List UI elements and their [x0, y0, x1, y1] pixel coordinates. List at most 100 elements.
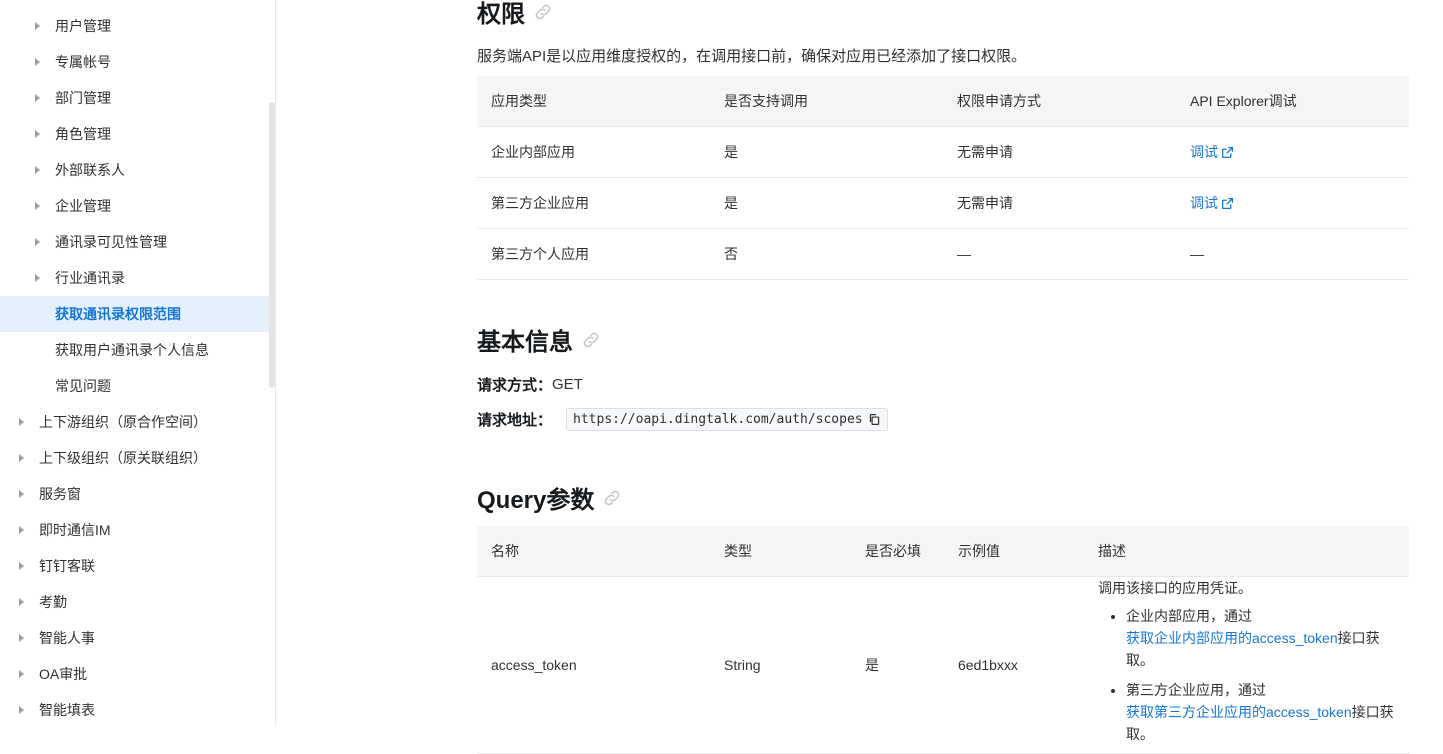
list-item: 第三方企业应用，通过获取第三方企业应用的access_token接口获取。 — [1126, 679, 1395, 745]
caret-right-icon — [19, 418, 24, 426]
anchor-link-icon[interactable] — [533, 2, 553, 22]
caret-right-icon — [35, 58, 40, 66]
sidebar-item-label: 部门管理 — [55, 90, 111, 106]
param-example: 6ed1bxxx — [944, 576, 1084, 754]
sidebar-item[interactable]: 用户管理 — [0, 8, 270, 44]
param-name: access_token — [477, 576, 710, 754]
table-header-cell: 示例值 — [944, 526, 1084, 577]
external-link-icon — [1221, 146, 1234, 158]
sidebar-item-label: 考勤 — [39, 594, 67, 610]
sidebar-item-label: 获取用户通讯录个人信息 — [55, 342, 209, 358]
sidebar-nav: 用户管理专属帐号部门管理角色管理外部联系人 企业管理通讯录可见性管理 行业通讯录获取… — [0, 0, 276, 725]
sidebar-item-label: 获取通讯录权限范围 — [55, 306, 181, 322]
sidebar-item-label: 智能填表 — [39, 702, 95, 718]
sidebar-item[interactable]: 智能填表 — [0, 692, 270, 725]
caret-right-icon — [19, 706, 24, 714]
debug-link[interactable]: 调试 — [1190, 142, 1234, 162]
sidebar-item-label: 通讯录可见性管理 — [55, 234, 167, 250]
basic-info-title: 基本信息 — [477, 329, 573, 356]
sidebar-item[interactable]: 智能人事 — [0, 620, 270, 656]
sidebar-item-label: 专属帐号 — [55, 54, 111, 70]
caret-right-icon — [19, 598, 24, 606]
sidebar-item[interactable]: 部门管理 — [0, 80, 270, 116]
table-header-cell: 描述 — [1084, 526, 1409, 577]
param-description-list: 企业内部应用，通过获取企业内部应用的access_token接口获取。 第三方企… — [1098, 605, 1395, 745]
caret-right-icon — [19, 454, 24, 462]
debug-link[interactable]: 调试 — [1190, 193, 1234, 213]
internal-app-token-link[interactable]: 获取企业内部应用的access_token — [1126, 627, 1338, 649]
sidebar-item[interactable]: 行业通讯录 — [0, 260, 270, 296]
table-cell: 无需申请 — [943, 177, 1176, 229]
table-cell: 第三方个人应用 — [477, 228, 710, 280]
table-header-cell: 是否支持调用 — [710, 76, 943, 127]
sidebar-item[interactable]: 常见问题 — [0, 368, 270, 404]
sidebar-item-label: 用户管理 — [55, 18, 111, 34]
table-cell: 企业内部应用 — [477, 126, 710, 178]
request-url: 请求地址： https://oapi.dingtalk.com/auth/sco… — [477, 408, 888, 431]
sidebar-item[interactable]: 外部联系人 — [0, 152, 270, 188]
request-url-value: https://oapi.dingtalk.com/auth/scopes — [573, 412, 863, 427]
sidebar-item[interactable]: 企业管理 — [0, 188, 270, 224]
sidebar-item[interactable]: 获取用户通讯录个人信息 — [0, 332, 270, 368]
param-type: String — [710, 576, 851, 754]
caret-right-icon — [19, 526, 24, 534]
table-cell: 调试 — [1176, 177, 1409, 229]
debug-link-label: 调试 — [1190, 195, 1218, 211]
list-item: 企业内部应用，通过获取企业内部应用的access_token接口获取。 — [1126, 605, 1395, 671]
third-party-app-token-link[interactable]: 获取第三方企业应用的access_token — [1126, 701, 1352, 723]
section-title-permissions: 权限 — [477, 0, 553, 29]
sidebar-item[interactable]: 专属帐号 — [0, 44, 270, 80]
sidebar-item-label: 服务窗 — [39, 486, 81, 502]
caret-right-icon — [19, 490, 24, 498]
sidebar-item[interactable]: 即时通信IM — [0, 512, 270, 548]
sidebar-item[interactable]: 角色管理 — [0, 116, 270, 152]
table-cell: 是 — [710, 126, 943, 178]
nav-list: 用户管理专属帐号部门管理角色管理外部联系人 企业管理通讯录可见性管理 行业通讯录获取… — [0, 8, 270, 725]
request-method-value: GET — [552, 376, 583, 393]
list-item-text: 第三方企业应用，通过 — [1126, 682, 1266, 698]
permissions-description: 服务端API是以应用维度授权的，在调用接口前，确保对应用已经添加了接口权限。 — [477, 48, 1027, 65]
sidebar-scrollbar[interactable] — [269, 102, 275, 388]
sidebar-item[interactable]: 通讯录可见性管理 — [0, 224, 270, 260]
list-item-text: 企业内部应用，通过 — [1126, 608, 1252, 624]
table-header-cell: 是否必填 — [851, 526, 944, 577]
sidebar-item-label: 智能人事 — [39, 630, 95, 646]
table-cell: — — [943, 228, 1176, 280]
table-header-row: 应用类型 是否支持调用 权限申请方式 API Explorer调试 — [477, 76, 1409, 127]
sidebar-item-label: 上下级组织（原关联组织） — [39, 450, 207, 466]
debug-link-label: 调试 — [1190, 144, 1218, 160]
caret-right-icon — [35, 130, 40, 138]
sidebar-item[interactable]: 上下游组织（原合作空间） — [0, 404, 270, 440]
table-cell: 第三方企业应用 — [477, 177, 710, 229]
table-row: 企业内部应用是无需申请 调试 — [477, 126, 1409, 178]
caret-right-icon — [35, 202, 40, 210]
caret-right-icon — [19, 562, 24, 570]
request-url-code: https://oapi.dingtalk.com/auth/scopes — [566, 408, 888, 431]
param-required: 是 — [851, 576, 944, 754]
param-description-intro: 调用该接口的应用凭证。 — [1098, 580, 1252, 596]
anchor-link-icon[interactable] — [602, 488, 622, 508]
sidebar-item[interactable]: 考勤 — [0, 584, 270, 620]
external-link-icon — [1221, 197, 1234, 209]
table-cell: — — [1176, 228, 1409, 280]
table-row: access_token String 是 6ed1bxxx 调用该接口的应用凭… — [477, 576, 1409, 754]
sidebar-item[interactable]: 服务窗 — [0, 476, 270, 512]
request-url-label: 请求地址： — [477, 412, 553, 429]
sidebar-item-label: 行业通讯录 — [55, 270, 125, 286]
sidebar-item[interactable]: 钉钉客联 — [0, 548, 270, 584]
caret-right-icon — [35, 274, 40, 282]
table-header-cell: 名称 — [477, 526, 710, 577]
caret-right-icon — [35, 238, 40, 246]
table-header-cell: 类型 — [710, 526, 851, 577]
query-title: Query参数 — [477, 487, 595, 514]
query-params-table: 名称 类型 是否必填 示例值 描述 access_token String 是 … — [477, 526, 1409, 754]
sidebar-item[interactable]: OA审批 — [0, 656, 270, 692]
sidebar-item-label: 常见问题 — [55, 378, 111, 394]
sidebar-item[interactable]: 获取通讯录权限范围 — [0, 296, 270, 332]
caret-right-icon — [19, 634, 24, 642]
copy-icon[interactable] — [868, 413, 881, 426]
sidebar-item-label: 角色管理 — [55, 126, 111, 142]
sidebar-item[interactable]: 上下级组织（原关联组织） — [0, 440, 270, 476]
anchor-link-icon[interactable] — [581, 330, 601, 350]
permissions-table: 应用类型 是否支持调用 权限申请方式 API Explorer调试 企业内部应用… — [477, 76, 1409, 280]
